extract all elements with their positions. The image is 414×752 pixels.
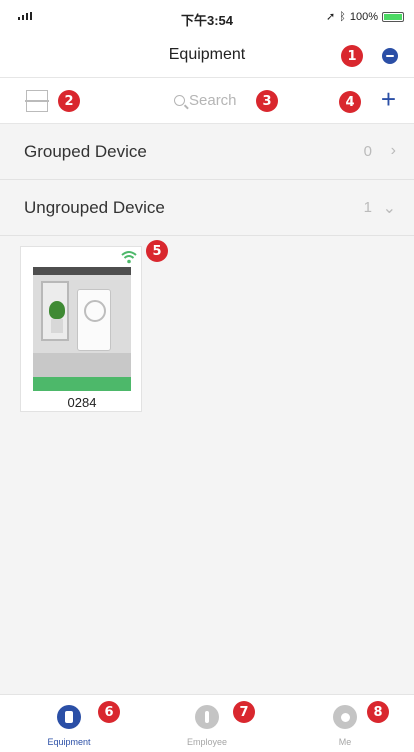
- group-row-grouped[interactable]: Grouped Device 0 ›: [0, 124, 414, 180]
- status-bar: 下午3:54 ➚ ᛒ 100%: [0, 0, 414, 34]
- chevron-down-icon: ⌄: [382, 200, 396, 217]
- search-icon: [174, 95, 185, 106]
- tab-equipment[interactable]: Equipment: [0, 695, 138, 752]
- equipment-icon: [57, 705, 81, 729]
- scan-icon: [25, 100, 49, 102]
- group-label: Grouped Device: [24, 142, 147, 161]
- add-device-button[interactable]: +: [381, 84, 396, 114]
- group-count: 0: [363, 143, 372, 160]
- employee-icon: [195, 705, 219, 729]
- search-field[interactable]: Search: [174, 92, 237, 109]
- tab-employee[interactable]: Employee: [138, 695, 276, 752]
- tab-label: Me: [338, 737, 352, 747]
- callout-badge: 1: [341, 45, 363, 67]
- scan-button[interactable]: [25, 90, 49, 112]
- callout-badge: 7: [233, 701, 255, 723]
- group-count: 1: [363, 199, 372, 216]
- message-button[interactable]: [382, 48, 398, 64]
- callout-badge: 6: [98, 701, 120, 723]
- device-status-strip: [33, 377, 131, 391]
- callout-badge: 2: [58, 90, 80, 112]
- callout-badge: 8: [367, 701, 389, 723]
- tab-bar: Equipment Employee Me: [0, 694, 414, 752]
- tab-label: Employee: [186, 737, 228, 747]
- wifi-icon: [121, 251, 137, 264]
- chevron-right-icon: ›: [390, 142, 396, 159]
- device-card[interactable]: 0284: [20, 246, 142, 412]
- group-row-ungrouped[interactable]: Ungrouped Device 1 ⌄: [0, 180, 414, 236]
- callout-badge: 3: [256, 90, 278, 112]
- battery-icon: [382, 11, 404, 22]
- status-right: ➚ ᛒ 100%: [326, 10, 404, 23]
- me-icon: [333, 705, 357, 729]
- device-image: [33, 267, 131, 391]
- callout-badge: 4: [339, 91, 361, 113]
- bluetooth-icon: ᛒ: [339, 10, 346, 23]
- battery-percent: 100%: [349, 10, 378, 23]
- callout-badge: 5: [146, 240, 168, 262]
- message-icon: [386, 55, 394, 57]
- tab-label: Equipment: [47, 737, 91, 747]
- tab-me[interactable]: Me: [276, 695, 414, 752]
- group-label: Ungrouped Device: [24, 198, 165, 217]
- location-icon: ➚: [326, 11, 336, 23]
- device-name: 0284: [67, 395, 97, 410]
- search-placeholder: Search: [189, 92, 237, 109]
